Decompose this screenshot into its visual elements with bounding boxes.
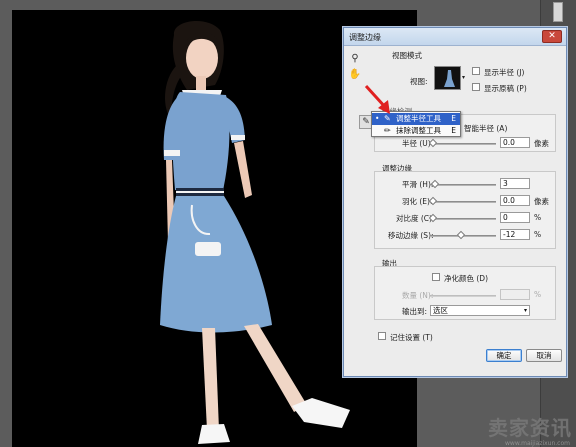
view-mode-heading: 视图模式	[392, 51, 422, 60]
output-to-label: 输出到:	[402, 307, 428, 316]
smart-radius-label: 智能半径 (A)	[464, 124, 508, 133]
contrast-slider[interactable]	[428, 213, 496, 223]
chevron-down-icon: ▾	[523, 307, 527, 314]
decontaminate-checkbox[interactable]	[432, 273, 440, 281]
amount-slider[interactable]	[430, 295, 496, 297]
zoom-tool-icon[interactable]: ⚲	[348, 52, 362, 66]
radius-unit: 像素	[534, 139, 549, 148]
watermark-logo: 卖家资讯	[488, 416, 572, 440]
cancel-button[interactable]: 取消	[526, 349, 562, 362]
panel-toggle-button[interactable]	[553, 2, 563, 22]
ok-button[interactable]: 确定	[486, 349, 522, 362]
view-label: 视图:	[410, 77, 428, 86]
eraser-icon: ✏	[384, 126, 391, 135]
smooth-slider[interactable]	[430, 179, 496, 189]
show-radius-checkbox[interactable]	[472, 67, 480, 75]
refine-edge-dialog: 调整边缘 ✕ ⚲ ✋ ✎ 视图模式 视图: ▾ 显示半径 (J) 显示原稿 (P…	[343, 27, 567, 377]
output-to-value: 选区	[433, 306, 448, 315]
hand-tool-icon[interactable]: ✋	[348, 68, 362, 82]
refine-radius-tool-key: E	[451, 114, 456, 123]
view-thumbnail[interactable]	[434, 66, 461, 90]
contrast-input[interactable]: 0	[500, 212, 530, 223]
amount-input[interactable]	[500, 289, 530, 300]
feather-unit: 像素	[534, 197, 549, 206]
annotation-arrow	[364, 84, 390, 114]
remember-settings-label: 记住设置 (T)	[390, 333, 433, 342]
watermark-url: www.maijiazixun.com	[505, 440, 570, 447]
amount-label: 数量 (N):	[402, 291, 434, 300]
contrast-unit: %	[534, 213, 542, 222]
show-original-checkbox[interactable]	[472, 83, 480, 91]
radius-slider[interactable]	[428, 138, 496, 148]
feather-slider[interactable]	[428, 196, 496, 206]
erase-refinements-tool-key: E	[451, 126, 456, 135]
dialog-tool-column: ⚲ ✋	[347, 50, 365, 84]
show-radius-label: 显示半径 (J)	[484, 68, 525, 77]
feather-input[interactable]: 0.0	[500, 195, 530, 206]
radius-input[interactable]: 0.0	[500, 137, 530, 148]
feather-label: 羽化 (E):	[402, 197, 433, 206]
shift-edge-label: 移动边缘 (S):	[388, 231, 434, 240]
smooth-input[interactable]: 3	[500, 178, 530, 189]
shift-edge-slider[interactable]	[430, 230, 496, 240]
amount-unit: %	[534, 290, 542, 299]
remember-settings-checkbox[interactable]	[378, 332, 386, 340]
erase-refinements-tool-item[interactable]: ✏ 抹除调整工具 E	[372, 125, 460, 137]
show-original-label: 显示原稿 (P)	[484, 84, 527, 93]
refine-radius-tool-label: 调整半径工具	[396, 114, 441, 123]
shift-edge-input[interactable]: -12	[500, 229, 530, 240]
smooth-label: 平滑 (H):	[402, 180, 434, 189]
decontaminate-label: 净化颜色 (D)	[444, 274, 489, 283]
output-to-select[interactable]: 选区 ▾	[430, 305, 530, 316]
shift-edge-unit: %	[534, 230, 542, 239]
close-button[interactable]: ✕	[542, 30, 562, 43]
view-dropdown-icon[interactable]: ▾	[462, 74, 465, 81]
dialog-title: 调整边缘	[349, 33, 381, 42]
erase-refinements-tool-label: 抹除调整工具	[396, 126, 441, 135]
dialog-titlebar[interactable]: 调整边缘 ✕	[344, 28, 566, 46]
